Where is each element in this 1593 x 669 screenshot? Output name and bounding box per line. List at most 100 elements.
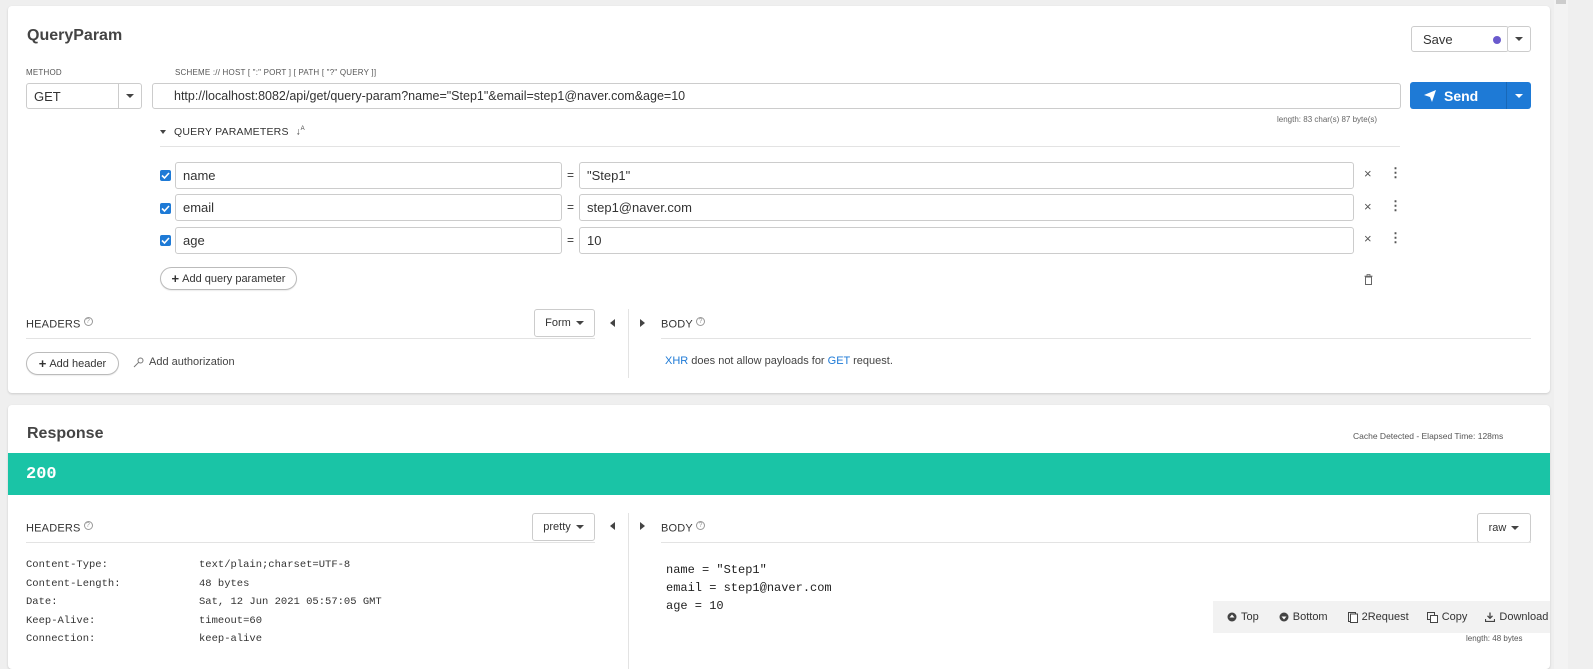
param-enabled-checkbox[interactable] <box>160 235 171 246</box>
send-button[interactable]: Send <box>1410 82 1506 109</box>
chevron-down-icon <box>1515 37 1523 41</box>
response-panel: Response Cache Detected - Elapsed Time: … <box>8 405 1550 669</box>
body-not-allowed-message: XHR does not allow payloads for GET requ… <box>665 355 893 367</box>
param-key-input[interactable]: email <box>175 194 562 221</box>
help-icon[interactable]: ? <box>695 317 705 326</box>
chevron-down-icon <box>575 321 584 325</box>
download-button[interactable]: Download <box>1485 611 1548 623</box>
headers-format-value: Form <box>545 317 571 329</box>
header-name: Connection: <box>26 633 96 645</box>
body-view-value: raw <box>1488 522 1507 534</box>
method-select[interactable]: GET <box>26 83 119 109</box>
save-dropdown-button[interactable] <box>1507 26 1531 52</box>
remove-param-icon[interactable]: × <box>1364 199 1372 214</box>
scroll-top-button[interactable]: Top <box>1227 611 1259 623</box>
param-value-value: 10 <box>587 233 602 248</box>
chevron-down-icon <box>126 94 134 98</box>
help-icon[interactable]: ? <box>83 521 93 530</box>
check-icon <box>161 172 170 180</box>
trash-icon[interactable] <box>1364 274 1373 285</box>
param-more-icon[interactable]: ⋮ <box>1389 230 1402 246</box>
cache-info: Cache Detected - Elapsed Time: 128ms <box>1353 431 1504 441</box>
method-label: METHOD <box>26 68 62 77</box>
add-query-parameter-label: Add query parameter <box>182 272 286 285</box>
split-divider <box>628 309 629 378</box>
copy-button[interactable]: Copy <box>1426 611 1468 623</box>
collapse-left-icon[interactable] <box>610 522 615 530</box>
request-body-label: BODY? <box>661 317 705 331</box>
check-icon <box>161 237 170 245</box>
add-header-label: Add header <box>49 357 107 370</box>
headers-format-dropdown[interactable]: Form <box>534 309 595 337</box>
method-dropdown-button[interactable] <box>118 83 142 109</box>
equals-sign: = <box>567 200 575 214</box>
headers-view-value: pretty <box>543 521 571 533</box>
divider <box>160 146 1400 147</box>
unsaved-dot-icon <box>1493 36 1501 44</box>
sort-icon[interactable]: ↓A <box>296 126 305 137</box>
param-more-icon[interactable]: ⋮ <box>1389 165 1402 181</box>
param-key-input[interactable]: name <box>175 162 562 189</box>
divider <box>661 542 1531 543</box>
param-key-input[interactable]: age <box>175 227 562 254</box>
page-scrollbar[interactable] <box>1554 0 1568 669</box>
response-body-label: BODY? <box>661 521 705 535</box>
collapse-left-icon[interactable] <box>610 319 615 327</box>
send-dropdown-button[interactable] <box>1506 82 1531 109</box>
xhr-link[interactable]: XHR <box>665 355 688 367</box>
add-query-parameter-button[interactable]: + Add query parameter <box>160 267 297 290</box>
body-view-dropdown[interactable]: raw <box>1477 513 1531 543</box>
copy-label: Copy <box>1441 611 1468 623</box>
chevron-down-icon <box>1511 526 1520 530</box>
request-title: QueryParam <box>27 27 123 44</box>
query-params-toggle[interactable]: QUERY PARAMETERS ↓A <box>160 126 305 138</box>
help-icon[interactable]: ? <box>695 521 705 530</box>
save-button[interactable]: Save <box>1411 26 1509 52</box>
check-icon <box>161 205 170 213</box>
remove-param-icon[interactable]: × <box>1364 231 1372 246</box>
url-input[interactable]: http://localhost:8082/api/get/query-para… <box>152 83 1401 109</box>
to-request-button[interactable]: 2Request <box>1347 611 1409 623</box>
param-more-icon[interactable]: ⋮ <box>1389 198 1402 214</box>
remove-param-icon[interactable]: × <box>1364 166 1372 181</box>
body-msg-end: request. <box>850 355 893 367</box>
body-line: name = "Step1" <box>666 563 767 577</box>
help-icon[interactable]: ? <box>83 317 93 326</box>
scheme-hint: SCHEME :// HOST [ ":" PORT ] [ PATH [ "?… <box>175 68 377 77</box>
request-panel: QueryParam Save METHOD GET SCHEME :// HO… <box>8 6 1550 393</box>
collapse-right-icon[interactable] <box>640 319 645 327</box>
split-divider <box>628 513 629 669</box>
param-key-value: name <box>183 168 216 183</box>
header-value: text/plain;charset=UTF-8 <box>199 559 351 571</box>
header-name: Content-Type: <box>26 559 108 571</box>
query-params-label: QUERY PARAMETERS <box>174 126 289 138</box>
scroll-bottom-button[interactable]: Bottom <box>1279 611 1328 623</box>
add-authorization-link[interactable]: Add authorization <box>133 356 235 368</box>
status-bar: 200 <box>8 453 1550 495</box>
divider <box>26 542 595 543</box>
headers-view-dropdown[interactable]: pretty <box>532 513 595 541</box>
param-value-input[interactable]: step1@naver.com <box>579 194 1354 221</box>
param-value-input[interactable]: "Step1" <box>579 162 1354 189</box>
header-name: Date: <box>26 596 58 608</box>
add-header-button[interactable]: + Add header <box>26 352 119 375</box>
page-scrollbar-thumb[interactable] <box>1556 0 1566 4</box>
header-name: Content-Length: <box>26 578 121 590</box>
bottom-label: Bottom <box>1292 611 1328 623</box>
get-link[interactable]: GET <box>828 355 850 367</box>
param-enabled-checkbox[interactable] <box>160 170 171 181</box>
key-icon <box>133 357 144 367</box>
param-enabled-checkbox[interactable] <box>160 203 171 214</box>
arrow-down-circle-icon <box>1279 612 1289 622</box>
collapse-right-icon[interactable] <box>640 522 645 530</box>
arrow-up-circle-icon <box>1227 612 1237 622</box>
body-line: age = 10 <box>666 599 724 613</box>
param-value-value: step1@naver.com <box>587 200 692 215</box>
param-key-value: age <box>183 233 205 248</box>
param-value-value: "Step1" <box>587 168 631 183</box>
chevron-down-icon <box>575 525 584 529</box>
divider <box>661 338 1531 339</box>
param-value-input[interactable]: 10 <box>579 227 1354 254</box>
response-toolbar: Top Bottom 2Request Copy Download <box>1213 601 1550 633</box>
header-value: keep-alive <box>199 633 263 645</box>
